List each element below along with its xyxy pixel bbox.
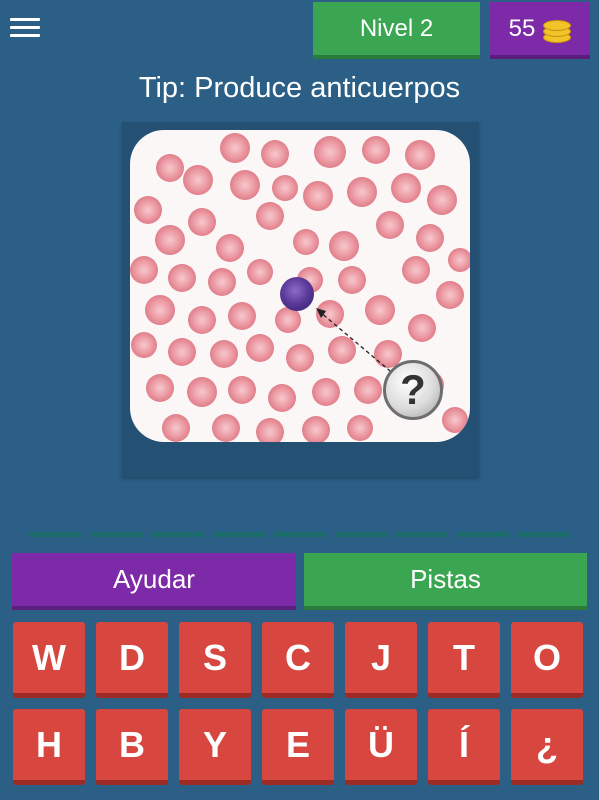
answer-slot[interactable]: [457, 532, 509, 537]
letter-key[interactable]: E: [262, 709, 334, 785]
letter-key[interactable]: D: [96, 622, 168, 698]
puzzle-image-frame: ?: [122, 122, 479, 477]
letter-key[interactable]: ¿: [511, 709, 583, 785]
answer-slots: [30, 532, 570, 538]
tip-text: Tip: Produce anticuerpos: [138, 72, 461, 104]
coins-icon: [543, 16, 572, 43]
lymphocyte-cell: [280, 277, 314, 311]
level-button[interactable]: Nivel 2: [313, 2, 480, 59]
menu-icon[interactable]: [10, 14, 40, 44]
answer-slot[interactable]: [396, 532, 448, 537]
letter-key[interactable]: T: [428, 622, 500, 698]
hints-label: Pistas: [410, 564, 481, 594]
letter-key[interactable]: S: [179, 622, 251, 698]
help-label: Ayudar: [113, 564, 195, 594]
level-label: Nivel 2: [359, 14, 434, 42]
letter-key[interactable]: Í: [428, 709, 500, 785]
letter-key[interactable]: B: [96, 709, 168, 785]
hints-button[interactable]: Pistas: [304, 553, 587, 610]
answer-slot[interactable]: [30, 532, 82, 537]
coins-count: 55: [508, 14, 536, 42]
letter-key[interactable]: H: [13, 709, 85, 785]
letter-key[interactable]: Y: [179, 709, 251, 785]
answer-slot[interactable]: [335, 532, 387, 537]
help-button[interactable]: Ayudar: [12, 553, 296, 610]
question-mark-symbol: ?: [400, 366, 426, 413]
answer-slot[interactable]: [518, 532, 570, 537]
letter-keyboard: W D S C J T O H B Y E Ü Í ¿: [13, 622, 587, 792]
answer-slot[interactable]: [152, 532, 204, 537]
letter-key[interactable]: C: [262, 622, 334, 698]
question-mark-icon[interactable]: ?: [383, 360, 443, 420]
answer-slot[interactable]: [213, 532, 265, 537]
letter-key[interactable]: W: [13, 622, 85, 698]
letter-key[interactable]: J: [345, 622, 417, 698]
blood-smear-image: ?: [130, 130, 470, 442]
letter-key[interactable]: O: [511, 622, 583, 698]
coins-button[interactable]: 55: [490, 2, 590, 59]
answer-slot[interactable]: [91, 532, 143, 537]
answer-slot[interactable]: [274, 532, 326, 537]
letter-key[interactable]: Ü: [345, 709, 417, 785]
